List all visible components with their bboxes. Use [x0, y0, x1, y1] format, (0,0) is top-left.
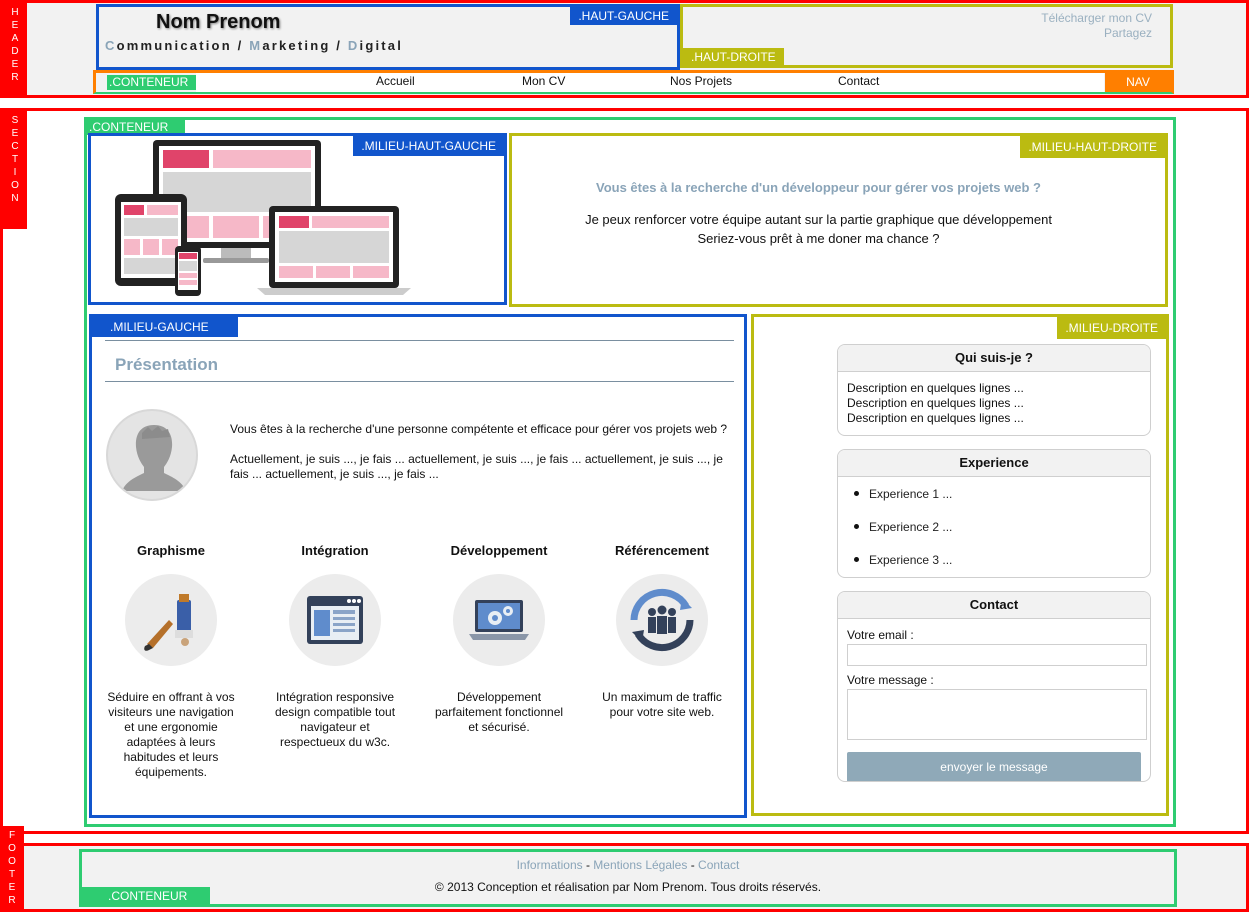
haut-gauche-label: .HAUT-GAUCHE — [570, 7, 677, 25]
nav-item-mon-cv[interactable]: Mon CV — [522, 74, 565, 88]
service-description: Intégration responsive design compatible… — [274, 690, 396, 749]
nav-conteneur-label: .CONTENEUR — [107, 75, 197, 90]
contact-form: Votre email : Votre message : envoyer le… — [838, 619, 1150, 781]
nav-item-accueil[interactable]: Accueil — [376, 74, 415, 88]
nav-menu: Accueil Mon CV Nos Projets Contact — [196, 73, 1104, 92]
service-description: Séduire en offrant à vos visiteurs une n… — [107, 690, 235, 779]
hero-question: Vous êtes à la recherche d'un développeu… — [596, 180, 1041, 195]
experience-title: Experience — [838, 450, 1150, 477]
haut-gauche-block: Nom Prenom Communication / Marketing / D… — [96, 4, 680, 70]
milieu-gauche-block: .MILIEU-GAUCHE Présentation Vous êtes à … — [89, 314, 747, 818]
experience-panel: Experience Experience 1 ... Experience 2… — [837, 449, 1151, 578]
presentation-paragraph-1: Vous êtes à la recherche d'une personne … — [230, 422, 728, 436]
about-line: Description en quelques lignes ... — [847, 411, 1024, 425]
share-link[interactable]: Partagez — [1041, 26, 1152, 41]
list-item: Experience 1 ... — [850, 480, 1150, 513]
service-integration: Intégration Intégration responsive desig… — [270, 543, 400, 750]
haut-droite-block: Télécharger mon CV Partagez .HAUT-DROITE — [680, 4, 1173, 68]
laptop-gears-icon — [453, 574, 545, 666]
message-field[interactable] — [847, 689, 1147, 740]
about-body: Description en quelques lignes ... Descr… — [838, 372, 1150, 435]
email-field[interactable] — [847, 644, 1147, 666]
milieu-haut-gauche-block: .MILIEU-HAUT-GAUCHE — [88, 133, 507, 305]
milieu-gauche-label: .MILIEU-GAUCHE — [92, 317, 238, 337]
presentation-title: Présentation — [115, 355, 218, 374]
site-name: Nom Prenom — [156, 11, 281, 33]
milieu-haut-gauche-label: .MILIEU-HAUT-GAUCHE — [353, 136, 504, 156]
footer-copyright: © 2013 Conception et réalisation par Nom… — [434, 880, 822, 894]
nav-label: NAV — [1105, 72, 1171, 92]
milieu-droite-label: .MILIEU-DROITE — [1057, 317, 1166, 339]
about-line: Description en quelques lignes ... — [847, 381, 1024, 395]
service-title: Développement — [450, 543, 548, 558]
footer-link-informations[interactable]: Informations — [517, 858, 583, 872]
about-line: Description en quelques lignes ... — [847, 396, 1024, 410]
responsive-devices-illustration — [115, 140, 411, 296]
list-item: Experience 2 ... — [850, 513, 1150, 546]
milieu-haut-droite-block: .MILIEU-HAUT-DROITE Vous êtes à la reche… — [509, 133, 1168, 307]
service-referencement: Référencement Un maximum de traffic pour… — [597, 543, 727, 720]
service-description: Développement parfaitement fonctionnel e… — [434, 690, 564, 734]
site-tagline: Communication / Marketing / Digital — [105, 38, 404, 53]
haut-droite-label: .HAUT-DROITE — [683, 48, 784, 66]
contact-panel: Contact Votre email : Votre message : en… — [837, 591, 1151, 782]
divider — [105, 381, 734, 382]
hero-line-1: Je peux renforcer votre équipe autant su… — [585, 212, 1052, 227]
person-icon — [122, 425, 186, 491]
footer-links: Informations - Mentions Légales - Contac… — [516, 858, 740, 872]
footer-region-label: FOOTER — [0, 826, 24, 912]
contact-title: Contact — [838, 592, 1150, 619]
service-title: Graphisme — [137, 543, 205, 558]
header-region-label: HEADER — [3, 3, 27, 95]
list-item: Experience 3 ... — [850, 546, 1150, 577]
people-cycle-icon — [616, 574, 708, 666]
send-message-button[interactable]: envoyer le message — [847, 752, 1141, 781]
paintbrush-icon — [125, 574, 217, 666]
service-title: Référencement — [615, 543, 709, 558]
footer-link-mentions-legales[interactable]: Mentions Légales — [593, 858, 687, 872]
nav-item-contact[interactable]: Contact — [838, 74, 879, 88]
nav-item-nos-projets[interactable]: Nos Projets — [670, 74, 732, 88]
hero-line-2: Seriez-vous prêt à me doner ma chance ? — [697, 231, 940, 246]
email-label: Votre email : — [847, 628, 914, 642]
header-links: Télécharger mon CV Partagez — [1041, 11, 1152, 41]
service-developpement: Développement Développement parfaitement… — [434, 543, 564, 735]
footer-conteneur: Informations - Mentions Légales - Contac… — [79, 849, 1177, 907]
section-region-label: SECTION — [3, 111, 27, 229]
divider — [105, 340, 734, 341]
download-cv-link[interactable]: Télécharger mon CV — [1041, 11, 1152, 26]
avatar — [106, 409, 198, 501]
experience-list: Experience 1 ... Experience 2 ... Experi… — [838, 477, 1150, 577]
message-label: Votre message : — [847, 673, 934, 687]
milieu-haut-droite-label: .MILIEU-HAUT-DROITE — [1020, 136, 1165, 158]
footer-link-contact[interactable]: Contact — [698, 858, 739, 872]
footer-conteneur-label: .CONTENEUR — [82, 887, 210, 905]
about-panel: Qui suis-je ? Description en quelques li… — [837, 344, 1151, 436]
about-title: Qui suis-je ? — [838, 345, 1150, 372]
browser-window-icon — [289, 574, 381, 666]
service-graphisme: Graphisme Séduire en offrant à vos visit… — [106, 543, 236, 780]
service-title: Intégration — [301, 543, 369, 558]
presentation-paragraph-2: Actuellement, je suis ..., je fais ... a… — [230, 452, 723, 481]
nav-bar: .CONTENEUR Accueil Mon CV Nos Projets Co… — [93, 70, 1174, 94]
service-description: Un maximum de traffic pour votre site we… — [602, 690, 722, 719]
